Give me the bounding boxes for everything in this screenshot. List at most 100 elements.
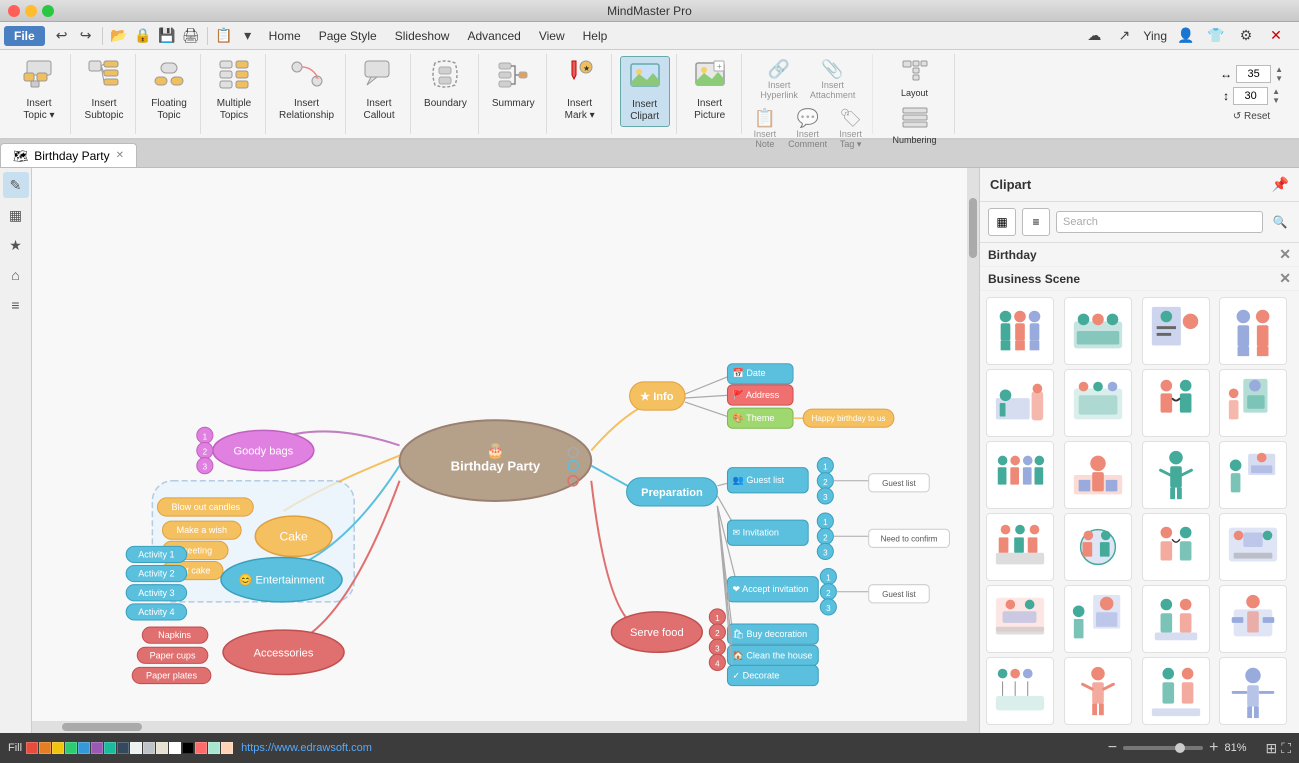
clipart-item-12[interactable] (1219, 441, 1287, 509)
insert-note-button[interactable]: 📋 InsertNote (750, 105, 781, 153)
numbering-button[interactable]: Numbering (889, 103, 941, 148)
website-link[interactable]: https://www.edrawsoft.com (241, 742, 372, 754)
home-icon[interactable]: ⌂ (3, 262, 29, 288)
clipart-item-17[interactable] (986, 585, 1054, 653)
clipart-item-10[interactable] (1064, 441, 1132, 509)
clipart-scroll-area[interactable]: Birthday ✕ Business Scene ✕ (980, 243, 1299, 733)
business-close[interactable]: ✕ (1279, 270, 1291, 287)
view-toggle[interactable]: ▦ (988, 208, 1016, 236)
clipart-item-21[interactable] (986, 657, 1054, 725)
close-button[interactable] (8, 5, 20, 17)
clipart-item-24[interactable] (1219, 657, 1287, 725)
swatch-peach[interactable] (221, 742, 233, 754)
menu-slideshow[interactable]: Slideshow (387, 26, 458, 46)
insert-topic-button[interactable]: InsertTopic ▾ (14, 56, 64, 125)
search-button[interactable]: 🔍 (1269, 211, 1291, 233)
clipart-item-9[interactable] (986, 441, 1054, 509)
swatch-green[interactable] (65, 742, 77, 754)
swatch-red[interactable] (26, 742, 38, 754)
tab-close-button[interactable]: ✕ (116, 150, 124, 161)
clipart-item-3[interactable] (1142, 297, 1210, 365)
menu-home[interactable]: Home (261, 26, 309, 46)
height-down[interactable]: ▼ (1272, 96, 1280, 105)
swatch-teal[interactable] (104, 742, 116, 754)
clipart-item-7[interactable] (1142, 369, 1210, 437)
layout-button[interactable]: Layout (897, 56, 933, 101)
clipart-item-16[interactable] (1219, 513, 1287, 581)
settings-icon[interactable]: ⚙ (1235, 25, 1257, 47)
list-toggle[interactable]: ≡ (1022, 208, 1050, 236)
swatch-yellow[interactable] (52, 742, 64, 754)
summary-button[interactable]: Summary (487, 56, 540, 113)
swatch-cream[interactable] (156, 742, 168, 754)
width-up[interactable]: ▲ (1275, 65, 1283, 74)
print-button[interactable]: 🖨 (180, 25, 202, 47)
pin-icon[interactable]: 📌 (1272, 176, 1289, 193)
swatch-white[interactable] (169, 742, 181, 754)
insert-relationship-button[interactable]: InsertRelationship (274, 56, 339, 125)
width-down[interactable]: ▼ (1275, 74, 1283, 83)
horizontal-scrollbar[interactable] (32, 721, 967, 733)
open-button[interactable]: 📂 (108, 25, 130, 47)
maximize-button[interactable] (42, 5, 54, 17)
clipart-item-22[interactable] (1064, 657, 1132, 725)
insert-clipart-button[interactable]: InsertClipart (620, 56, 670, 127)
shirt-icon[interactable]: 👕 (1205, 25, 1227, 47)
menu-view[interactable]: View (531, 26, 573, 46)
insert-tag-button[interactable]: 🏷 InsertTag ▾ (835, 105, 866, 153)
multiple-topics-button[interactable]: MultipleTopics (209, 56, 259, 125)
table-icon[interactable]: ≡ (3, 292, 29, 318)
clipart-item-15[interactable] (1142, 513, 1210, 581)
menu-page-style[interactable]: Page Style (311, 26, 385, 46)
full-screen-button[interactable]: ⛶ (1281, 740, 1291, 757)
insert-subtopic-button[interactable]: InsertSubtopic (79, 56, 129, 125)
vertical-scrollbar[interactable] (967, 168, 979, 733)
menu-advanced[interactable]: Advanced (459, 26, 528, 46)
insert-callout-button[interactable]: InsertCallout (354, 56, 404, 125)
grid-icon[interactable]: ▦ (3, 202, 29, 228)
insert-hyperlink-button[interactable]: 🔗 InsertHyperlink (756, 56, 802, 103)
width-value[interactable]: 35 (1236, 65, 1271, 83)
tab-birthday-party[interactable]: 🗺 Birthday Party ✕ (0, 143, 137, 167)
fit-page-button[interactable]: ⊞ (1265, 740, 1277, 757)
boundary-button[interactable]: Boundary (419, 56, 472, 113)
undo-button[interactable]: ↩ (51, 25, 73, 47)
insert-mark-button[interactable]: ★ InsertMark ▾ (555, 56, 605, 125)
h-scroll-thumb[interactable] (62, 723, 142, 731)
share-icon[interactable]: ↗ (1113, 25, 1135, 47)
clipart-item-6[interactable] (1064, 369, 1132, 437)
file-menu[interactable]: File (4, 26, 45, 46)
redo-button[interactable]: ↪ (75, 25, 97, 47)
clipart-item-13[interactable] (986, 513, 1054, 581)
swatch-pink[interactable] (195, 742, 207, 754)
clipart-item-14[interactable] (1064, 513, 1132, 581)
zoom-out-button[interactable]: − (1108, 739, 1117, 757)
v-scroll-thumb[interactable] (969, 198, 977, 258)
swatch-black[interactable] (182, 742, 194, 754)
zoom-slider[interactable] (1123, 746, 1203, 750)
menu-help[interactable]: Help (575, 26, 616, 46)
clipart-item-18[interactable] (1064, 585, 1132, 653)
clipart-item-8[interactable] (1219, 369, 1287, 437)
clipart-item-20[interactable] (1219, 585, 1287, 653)
insert-picture-button[interactable]: + InsertPicture (685, 56, 735, 125)
swatch-blue[interactable] (78, 742, 90, 754)
floating-topic-button[interactable]: FloatingTopic (144, 56, 194, 125)
reset-button[interactable]: ↺ Reset (1227, 109, 1276, 124)
swatch-dark[interactable] (117, 742, 129, 754)
insert-attachment-button[interactable]: 📎 InsertAttachment (806, 56, 860, 103)
minimize-button[interactable] (25, 5, 37, 17)
canvas[interactable]: 🎂 Birthday Party ★ Info 📅 Date 🚩 Address… (32, 168, 979, 733)
zoom-thumb[interactable] (1175, 743, 1185, 753)
close-app-icon[interactable]: ✕ (1265, 25, 1287, 47)
clipart-item-4[interactable] (1219, 297, 1287, 365)
clipart-item-1[interactable] (986, 297, 1054, 365)
height-up[interactable]: ▲ (1272, 87, 1280, 96)
clipart-item-23[interactable] (1142, 657, 1210, 725)
copy-button[interactable]: 📋 (213, 25, 235, 47)
lock-button[interactable]: 🔒 (132, 25, 154, 47)
swatch-gray[interactable] (143, 742, 155, 754)
clipart-item-19[interactable] (1142, 585, 1210, 653)
more-button[interactable]: ▾ (237, 25, 259, 47)
swatch-purple[interactable] (91, 742, 103, 754)
